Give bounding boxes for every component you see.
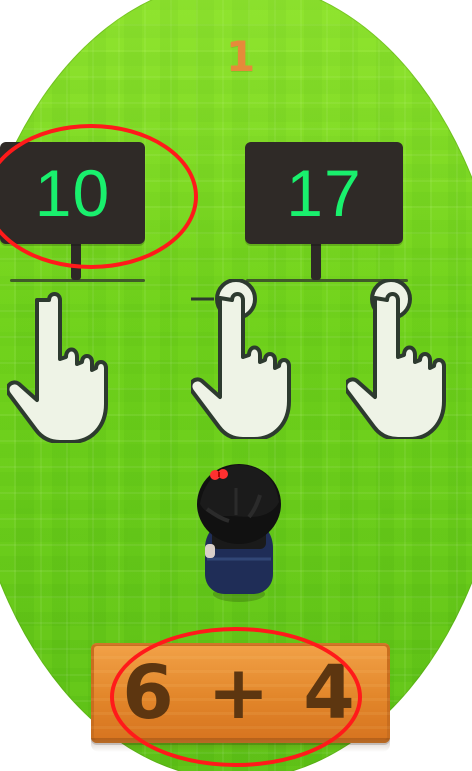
equation-highlight (110, 627, 362, 767)
tap-hand-icon (346, 279, 446, 439)
score-display: 1 (226, 32, 256, 81)
right-answer-sign[interactable]: 17 (245, 142, 403, 244)
swipe-left-hand-icon (191, 279, 291, 439)
tap-hand-icon (7, 292, 108, 443)
right-answer-value: 17 (286, 156, 362, 230)
game-stage: 1 10 17 6 + 4 (0, 0, 472, 771)
player-character-icon (197, 464, 281, 602)
